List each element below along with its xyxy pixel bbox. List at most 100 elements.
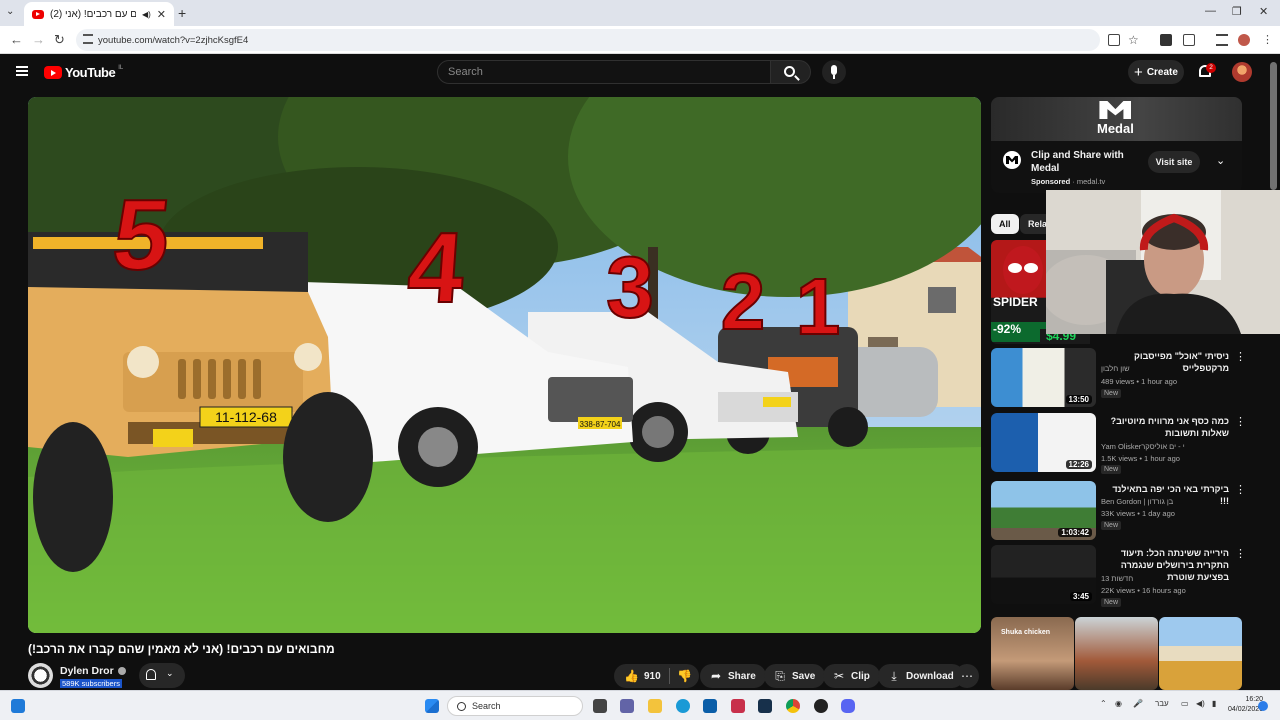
new-tab-icon[interactable]: + (178, 5, 186, 21)
maximize-icon[interactable]: ❐ (1232, 5, 1242, 18)
channel-avatar[interactable] (28, 663, 53, 688)
minimize-icon[interactable]: — (1205, 5, 1216, 17)
youtube-logo[interactable]: YouTube IL (44, 65, 123, 80)
recommendation-thumbnail[interactable]: 3:45 (991, 545, 1096, 604)
ad-title[interactable]: Clip and Share with Medal (1031, 149, 1141, 175)
taskbar-search[interactable]: Search (447, 696, 583, 716)
like-icon[interactable]: 👍 (624, 670, 639, 682)
volume-icon[interactable]: ◀) (1196, 699, 1205, 708)
speaker-icon[interactable]: ◀) (142, 10, 151, 19)
bookmark-star-icon[interactable]: ☆ (1128, 34, 1140, 46)
tray-chevron-icon[interactable]: ⌃ (1100, 699, 1107, 708)
search-button[interactable] (771, 60, 811, 84)
chip-all[interactable]: All (991, 214, 1019, 234)
recommendation-channel[interactable]: חדשות 13 (1101, 574, 1133, 583)
voice-search-icon[interactable] (822, 60, 846, 84)
profile-avatar[interactable] (1238, 34, 1250, 46)
channel-name[interactable]: Dylen Dror (60, 665, 126, 677)
address-bar[interactable]: youtube.com/watch?v=2zjhcKsgfE4 (76, 29, 1100, 51)
extensions-puzzle-icon[interactable] (1183, 34, 1195, 46)
short-thumbnail[interactable] (1159, 617, 1242, 690)
discord-icon[interactable] (841, 699, 855, 713)
more-options-icon[interactable]: ⋮ (1235, 483, 1246, 496)
taskbar-search-text: Search (472, 701, 501, 711)
ad-expand-chevron-icon[interactable]: ⌄ (1216, 154, 1225, 167)
search-input[interactable]: Search (437, 60, 771, 84)
recommendation-item[interactable]: 12:26 כמה כסף אני מרוויח מיוטיוב? שאלות … (991, 413, 1246, 474)
share-icon: ➦ (710, 669, 722, 683)
teams-icon[interactable] (620, 699, 634, 713)
save-button[interactable]: ⎘ Save (764, 664, 826, 688)
more-options-icon[interactable]: ⋮ (1235, 415, 1246, 428)
recommendation-title[interactable]: כמה כסף אני מרוויח מיוטיוב? שאלות ותשובו… (1101, 415, 1229, 439)
plus-icon: + (1134, 63, 1143, 81)
edge-icon[interactable] (676, 699, 690, 713)
ad-sponsor-line: Sponsored · medal.tv (1031, 177, 1106, 186)
app-icon[interactable] (731, 699, 745, 713)
subscribed-bell-button[interactable]: ⌄ (139, 663, 185, 688)
widgets-icon[interactable] (11, 699, 25, 713)
more-options-icon[interactable]: ⋮ (1235, 547, 1246, 560)
recommendation-item[interactable]: 3:45 הירייה ששינתה הכל: תיעוד התקרית ביר… (991, 545, 1246, 607)
account-avatar[interactable] (1232, 62, 1252, 82)
tab-title: (2) מחבואים עם רכבים! (אני (50, 8, 136, 20)
number-2: 2 (721, 257, 766, 346)
tray-app-icon[interactable]: ◉ (1115, 699, 1122, 708)
chevron-down-icon: ⌄ (166, 668, 174, 678)
network-icon[interactable]: ▭ (1181, 699, 1189, 708)
chrome-icon[interactable] (786, 699, 800, 713)
short-thumbnail[interactable] (1075, 617, 1158, 690)
number-1: 1 (796, 262, 841, 351)
like-count[interactable]: 910 (644, 671, 661, 682)
more-actions-button[interactable]: ⋯ (955, 664, 979, 688)
site-info-icon[interactable] (83, 34, 93, 44)
more-options-icon[interactable]: ⋮ (1235, 350, 1246, 363)
recommendation-item[interactable]: 13:50 ניסיתי "אוכל" מפייסבוק מרקטפלייס ש… (991, 348, 1246, 408)
recommendation-channel[interactable]: Ben Gordon | בן גורדון (1101, 497, 1173, 506)
visit-site-button[interactable]: Visit site (1148, 151, 1200, 173)
recommendation-thumbnail[interactable]: 13:50 (991, 348, 1096, 407)
language-indicator[interactable]: עבר (1155, 699, 1169, 708)
tray-mic-icon[interactable]: 🎤 (1133, 699, 1143, 708)
store-icon[interactable] (703, 699, 717, 713)
tab-search-icon[interactable]: ⌄ (6, 6, 14, 17)
browser-menu-icon[interactable]: ⋮ (1262, 34, 1274, 46)
ad-banner-image: Medal (991, 97, 1242, 141)
recommendation-channel[interactable]: Yam Oliskerי - ים אוליסקר (1101, 442, 1185, 451)
dislike-icon[interactable]: 👎 (677, 670, 692, 682)
recommendation-item[interactable]: 1:03:42 ביקרתי באי הכי יפה בתאילנד !!! B… (991, 481, 1246, 541)
spiderman-mask-image (1003, 246, 1043, 294)
battery-icon[interactable]: ▮ (1212, 699, 1216, 708)
close-tab-icon[interactable]: ✕ (157, 8, 166, 21)
windows-start-icon[interactable] (425, 699, 439, 713)
app-icon[interactable] (814, 699, 828, 713)
short-thumbnail[interactable]: Shuka chicken (991, 617, 1074, 690)
youtube-header: YouTube IL Search + Create (0, 54, 1280, 90)
steam-icon[interactable] (758, 699, 772, 713)
video-player[interactable]: 338-87-704 11-112-68 5 4 3 2 1 (28, 97, 981, 633)
sponsored-ad-card[interactable]: Medal Clip and Share with Medal Sponsore… (991, 97, 1242, 193)
clip-label: Clip (851, 670, 870, 682)
browser-tab-active[interactable]: (2) מחבואים עם רכבים! (אני ◀) ✕ (24, 2, 174, 26)
download-button[interactable]: ⤓ Download (878, 664, 964, 688)
install-app-icon[interactable] (1108, 34, 1120, 46)
forward-icon[interactable]: → (32, 32, 45, 47)
clip-button[interactable]: ✂ Clip (823, 664, 880, 688)
create-button[interactable]: + Create (1128, 60, 1184, 84)
recommendation-channel[interactable]: שון חלבון (1101, 364, 1130, 373)
recommendation-thumbnail[interactable]: 12:26 (991, 413, 1096, 472)
download-label: Download (906, 670, 954, 682)
back-icon[interactable]: ← (10, 32, 23, 47)
media-control-icon[interactable] (1216, 34, 1228, 46)
extension-icon[interactable] (1160, 34, 1172, 46)
menu-hamburger-icon[interactable] (16, 66, 28, 76)
reload-icon[interactable]: ↻ (54, 32, 65, 48)
task-view-icon[interactable] (593, 699, 607, 713)
windows-taskbar: Search ⌃ ◉ 🎤 עבר ▭ ◀) ▮ 16:20 04/02/2026 (0, 690, 1280, 720)
notification-center-icon[interactable] (1258, 701, 1268, 711)
file-explorer-icon[interactable] (648, 699, 662, 713)
share-button[interactable]: ➦ Share (700, 664, 766, 688)
page-scrollbar[interactable] (1270, 62, 1277, 190)
close-window-icon[interactable]: ✕ (1259, 5, 1268, 18)
recommendation-thumbnail[interactable]: 1:03:42 (991, 481, 1096, 540)
